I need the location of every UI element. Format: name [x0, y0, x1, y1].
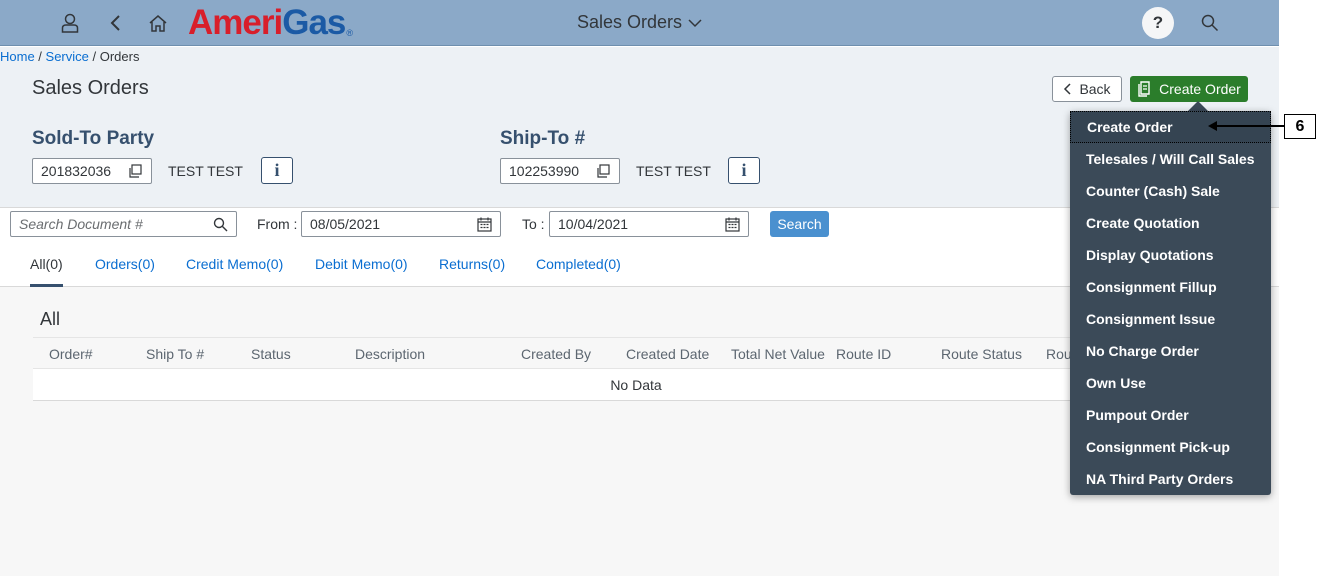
column-header-total-net-value[interactable]: Total Net Value [731, 346, 825, 362]
tab-debit-memo[interactable]: Debit Memo(0) [315, 256, 408, 284]
tab-credit-memo[interactable]: Credit Memo(0) [186, 256, 283, 284]
menu-item-create-quotation[interactable]: Create Quotation [1070, 207, 1271, 239]
copy-icon[interactable] [128, 163, 143, 179]
active-tab-indicator [30, 284, 63, 287]
tab-returns[interactable]: Returns(0) [439, 256, 505, 284]
app-title: Sales Orders [577, 12, 683, 32]
from-date-input[interactable]: 08/05/2021 [301, 211, 501, 237]
search-placeholder: Search Document # [19, 216, 143, 232]
sold-to-info-button[interactable]: i [261, 157, 293, 184]
sold-to-field[interactable]: 201832036 [32, 158, 152, 184]
create-order-label: Create Order [1159, 81, 1241, 97]
menu-item-na-third-party-orders[interactable]: NA Third Party Orders [1070, 463, 1271, 495]
ship-to-number: 102253990 [509, 163, 580, 179]
help-button[interactable]: ? [1142, 7, 1174, 39]
menu-item-display-quotations[interactable]: Display Quotations [1070, 239, 1271, 271]
from-date-value: 08/05/2021 [310, 216, 381, 232]
menu-caret [1188, 101, 1208, 111]
chevron-left-icon [1064, 83, 1071, 95]
table-header: Order# Ship To # Status Description Crea… [33, 337, 1083, 369]
column-header-status[interactable]: Status [251, 346, 291, 362]
tab-orders[interactable]: Orders(0) [95, 256, 155, 284]
ship-to-field[interactable]: 102253990 [500, 158, 620, 184]
menu-item-pumpout-order[interactable]: Pumpout Order [1070, 399, 1271, 431]
right-margin [1279, 0, 1323, 576]
menu-item-no-charge-order[interactable]: No Charge Order [1070, 335, 1271, 367]
calendar-icon[interactable] [725, 217, 740, 232]
annotation-line [1216, 125, 1284, 127]
ship-to-name: TEST TEST [636, 163, 711, 179]
column-header-created-by[interactable]: Created By [521, 346, 591, 362]
column-header-route[interactable]: Rou [1046, 346, 1072, 362]
to-date-input[interactable]: 10/04/2021 [549, 211, 749, 237]
ship-to-label: Ship-To # [500, 128, 586, 149]
user-icon[interactable] [55, 8, 85, 38]
section-title: All [40, 309, 61, 329]
app-title-menu[interactable]: Sales Orders [577, 12, 702, 33]
search-icon[interactable] [1195, 8, 1225, 38]
breadcrumb-home[interactable]: Home [0, 49, 35, 64]
menu-item-consignment-fillup[interactable]: Consignment Fillup [1070, 271, 1271, 303]
home-icon[interactable] [143, 8, 173, 38]
annotation-step-label: 6 [1284, 114, 1316, 139]
chevron-down-icon [688, 18, 702, 27]
from-label: From : [257, 216, 298, 232]
menu-item-consignment-pick-up[interactable]: Consignment Pick-up [1070, 431, 1271, 463]
copy-icon[interactable] [596, 163, 611, 179]
amerigas-logo: Ameri Gas ® [188, 3, 354, 42]
annotation-arrow-icon [1208, 121, 1217, 131]
create-order-button[interactable]: Create Order [1130, 76, 1248, 102]
back-button[interactable]: Back [1052, 76, 1122, 102]
create-order-menu: Create Order Telesales / Will Call Sales… [1070, 111, 1271, 495]
column-header-route-id[interactable]: Route ID [836, 346, 891, 362]
menu-item-create-order[interactable]: Create Order [1070, 111, 1271, 143]
sold-to-number: 201832036 [41, 163, 112, 179]
to-label: To : [522, 216, 545, 232]
column-header-route-status[interactable]: Route Status [941, 346, 1022, 362]
calendar-icon[interactable] [477, 217, 492, 232]
breadcrumb-separator: / [34, 49, 46, 64]
menu-item-own-use[interactable]: Own Use [1070, 367, 1271, 399]
column-header-description[interactable]: Description [355, 346, 425, 362]
tab-completed[interactable]: Completed(0) [536, 256, 621, 284]
column-header-order[interactable]: Order# [49, 346, 93, 362]
sold-to-name: TEST TEST [168, 163, 243, 179]
breadcrumb-separator: / [88, 49, 100, 64]
sold-to-label: Sold-To Party [32, 128, 155, 149]
document-icon [1138, 81, 1150, 97]
table-body: No Data [33, 369, 1083, 401]
breadcrumb-service[interactable]: Service [46, 49, 89, 64]
column-header-created-date[interactable]: Created Date [626, 346, 709, 362]
column-header-ship-to[interactable]: Ship To # [146, 346, 204, 362]
to-date-value: 10/04/2021 [558, 216, 629, 232]
menu-item-consignment-issue[interactable]: Consignment Issue [1070, 303, 1271, 335]
shell-bar: Ameri Gas ® Sales Orders ? [0, 0, 1279, 46]
search-document-input[interactable]: Search Document # [10, 211, 237, 237]
back-button-label: Back [1079, 81, 1111, 97]
menu-item-counter-cash-sale[interactable]: Counter (Cash) Sale [1070, 175, 1271, 207]
back-nav-icon[interactable] [100, 8, 130, 38]
breadcrumb-current: Orders [99, 49, 140, 64]
breadcrumb: Home / Service / Orders [0, 49, 139, 64]
search-icon[interactable] [213, 217, 228, 232]
search-button[interactable]: Search [770, 211, 829, 237]
tab-all[interactable]: All(0) [30, 256, 63, 284]
page-title: Sales Orders [32, 77, 149, 99]
ship-to-info-button[interactable]: i [728, 157, 760, 184]
menu-item-telesales[interactable]: Telesales / Will Call Sales [1070, 143, 1271, 175]
no-data-text: No Data [610, 377, 662, 393]
